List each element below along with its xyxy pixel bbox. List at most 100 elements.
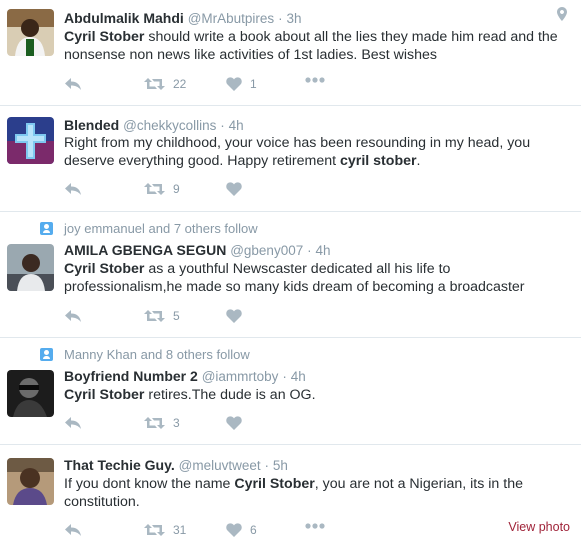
- tweet-header: Boyfriend Number 2 @iammrtoby · 4h: [64, 368, 306, 384]
- separator-dot: ·: [220, 118, 225, 133]
- user-handle[interactable]: @gbeny007: [230, 243, 303, 258]
- tweet-text-segment[interactable]: Cyril Stober: [234, 476, 314, 492]
- like-button[interactable]: 6: [226, 523, 257, 537]
- like-button[interactable]: [226, 309, 242, 323]
- like-heart-icon: [226, 182, 242, 196]
- follow-context-icon: [40, 348, 53, 361]
- avatar[interactable]: [7, 458, 54, 505]
- more-dots-icon: [305, 523, 325, 529]
- more-dots-icon: [305, 77, 325, 83]
- separator-dot: ·: [264, 458, 270, 473]
- more-button[interactable]: [305, 77, 325, 83]
- tweet-1[interactable]: Abdulmalik Mahdi @MrAbutpires · 3h Cyril…: [0, 0, 581, 106]
- like-heart-icon: [226, 416, 242, 430]
- tweet-text-segment[interactable]: cyril stober: [340, 153, 417, 169]
- user-handle[interactable]: @iammrtoby: [202, 369, 279, 384]
- reply-icon: [65, 183, 81, 195]
- avatar[interactable]: [7, 117, 54, 164]
- tweet-text: Cyril Stober retires.The dude is an OG.: [64, 386, 563, 404]
- retweet-count: 5: [173, 309, 180, 323]
- like-count: 1: [250, 77, 257, 91]
- retweet-icon: [144, 310, 165, 322]
- retweet-button[interactable]: 5: [144, 309, 180, 323]
- like-heart-icon: [226, 77, 242, 91]
- user-name[interactable]: Abdulmalik Mahdi: [64, 10, 184, 26]
- tweet-text-segment[interactable]: Cyril Stober: [64, 387, 144, 403]
- user-name[interactable]: Boyfriend Number 2: [64, 368, 198, 384]
- retweet-button[interactable]: 31: [144, 523, 186, 537]
- follow-context[interactable]: Manny Khan and 8 others follow: [40, 347, 250, 362]
- tweet-text-segment[interactable]: Cyril Stober: [64, 261, 144, 277]
- avatar[interactable]: [7, 9, 54, 56]
- tweet-header: AMILA GBENGA SEGUN @gbeny007 · 4h: [64, 242, 331, 258]
- retweet-icon: [144, 524, 165, 536]
- user-name[interactable]: AMILA GBENGA SEGUN: [64, 242, 226, 258]
- user-name[interactable]: That Techie Guy.: [64, 457, 175, 473]
- tweet-header: That Techie Guy. @meluvtweet · 5h: [64, 457, 288, 473]
- like-button[interactable]: 1: [226, 77, 257, 91]
- reply-button[interactable]: [64, 523, 82, 537]
- tweet-4[interactable]: Manny Khan and 8 others follow Boyfriend…: [0, 338, 581, 445]
- tweet-actions: 31 6: [64, 523, 581, 539]
- tweet-actions: 3: [64, 416, 581, 432]
- tweet-text-segment: retires.The dude is an OG.: [144, 387, 316, 403]
- view-photo-link[interactable]: View photo: [508, 520, 570, 534]
- retweet-icon: [144, 417, 165, 429]
- tweet-text: Cyril Stober should write a book about a…: [64, 28, 563, 64]
- tweet-header: Blended @chekkycollins · 4h: [64, 117, 244, 133]
- tweet-text-segment: If you dont know the name: [64, 476, 235, 492]
- reply-icon: [65, 524, 81, 536]
- avatar[interactable]: [7, 370, 54, 417]
- retweet-count: 31: [173, 523, 187, 537]
- retweet-button[interactable]: 3: [144, 416, 180, 430]
- follow-context-text: Manny Khan and 8 others follow: [64, 347, 250, 362]
- tweet-actions: 5: [64, 309, 581, 325]
- separator-dot: ·: [307, 243, 312, 258]
- tweet-header: Abdulmalik Mahdi @MrAbutpires · 3h: [64, 10, 301, 26]
- more-button[interactable]: [305, 523, 325, 529]
- tweet-3[interactable]: joy emmanuel and 7 others follow AMILA G…: [0, 212, 581, 338]
- retweet-button[interactable]: 9: [144, 182, 180, 196]
- tweet-text: Right from my childhood, your voice has …: [64, 134, 563, 170]
- tweet-text: If you dont know the name Cyril Stober, …: [64, 475, 563, 511]
- retweet-count: 22: [173, 77, 187, 91]
- tweet-text: Cyril Stober as a youthful Newscaster de…: [64, 260, 563, 296]
- tweet-time[interactable]: 5h: [273, 458, 288, 473]
- tweet-time[interactable]: 4h: [229, 118, 244, 133]
- user-name[interactable]: Blended: [64, 117, 119, 133]
- follow-context-icon: [40, 222, 53, 235]
- tweet-actions: 9: [64, 182, 581, 198]
- avatar[interactable]: [7, 244, 54, 291]
- reply-button[interactable]: [64, 77, 82, 91]
- retweet-count: 9: [173, 182, 180, 196]
- retweet-count: 3: [173, 416, 180, 430]
- like-button[interactable]: [226, 416, 242, 430]
- follow-context[interactable]: joy emmanuel and 7 others follow: [40, 221, 258, 236]
- reply-button[interactable]: [64, 182, 82, 196]
- like-button[interactable]: [226, 182, 242, 196]
- user-handle[interactable]: @MrAbutpires: [188, 11, 274, 26]
- tweet-5[interactable]: That Techie Guy. @meluvtweet · 5h If you…: [0, 445, 581, 553]
- user-handle[interactable]: @meluvtweet: [179, 458, 261, 473]
- tweet-time[interactable]: 3h: [286, 11, 301, 26]
- tweet-time[interactable]: 4h: [291, 369, 306, 384]
- like-heart-icon: [226, 309, 242, 323]
- retweet-icon: [144, 78, 165, 90]
- user-handle[interactable]: @chekkycollins: [123, 118, 216, 133]
- reply-icon: [65, 417, 81, 429]
- tweet-time[interactable]: 4h: [316, 243, 331, 258]
- retweet-icon: [144, 183, 165, 195]
- like-count: 6: [250, 523, 257, 537]
- like-heart-icon: [226, 523, 242, 537]
- separator-dot: ·: [278, 11, 283, 26]
- retweet-button[interactable]: 22: [144, 77, 186, 91]
- reply-button[interactable]: [64, 309, 82, 323]
- location-pin-icon[interactable]: [557, 7, 567, 26]
- tweet-2[interactable]: Blended @chekkycollins · 4h Right from m…: [0, 106, 581, 212]
- reply-button[interactable]: [64, 416, 82, 430]
- tweet-text-segment: Right from my childhood, your voice has …: [64, 135, 531, 169]
- tweet-text-segment[interactable]: Cyril Stober: [64, 29, 144, 45]
- tweet-feed: Abdulmalik Mahdi @MrAbutpires · 3h Cyril…: [0, 0, 581, 553]
- reply-icon: [65, 78, 81, 90]
- follow-context-text: joy emmanuel and 7 others follow: [64, 221, 258, 236]
